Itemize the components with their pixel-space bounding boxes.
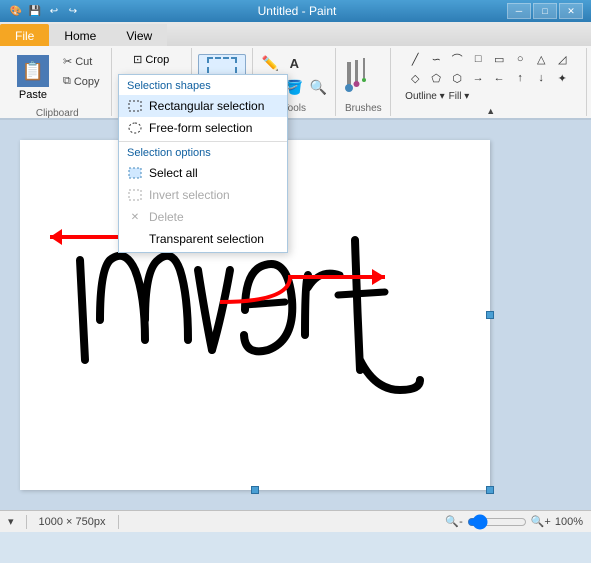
rectangular-selection-label: Rectangular selection — [149, 99, 264, 113]
status-text: ▾ — [8, 515, 14, 528]
window-controls: ─ □ ✕ — [507, 3, 583, 19]
shape-star4[interactable]: ✦ — [552, 69, 572, 87]
rectangular-selection-item[interactable]: Rectangular selection — [119, 95, 287, 117]
status-divider-1 — [26, 515, 27, 529]
delete-icon: ✕ — [127, 209, 143, 225]
text-tool[interactable]: A — [283, 53, 305, 75]
title-bar: 🎨 💾 ↩ ↪ Untitled - Paint ─ □ ✕ — [0, 0, 591, 22]
copy-button[interactable]: ⧉ Copy — [58, 72, 105, 91]
pencil-tool[interactable]: ✏️ — [259, 53, 281, 75]
clipboard-group: 📋 Paste ✂ Cut ⧉ Copy Clipboard — [4, 48, 112, 116]
shape-triangle[interactable]: △ — [531, 50, 551, 68]
separator-1 — [119, 141, 287, 142]
canvas-area — [0, 120, 591, 510]
canvas-resize-handle[interactable] — [486, 486, 494, 494]
shape-line[interactable]: ╱ — [405, 50, 425, 68]
status-divider-2 — [118, 515, 119, 529]
tab-file[interactable]: File — [0, 24, 49, 46]
invert-selection-label: Invert selection — [149, 188, 230, 202]
brushes-content — [342, 50, 384, 101]
shape-rect[interactable]: □ — [468, 50, 488, 68]
crop-button[interactable]: ⊡ Crop — [126, 50, 176, 69]
shape-arrow-right[interactable]: → — [468, 69, 488, 87]
paste-icon: 📋 — [17, 55, 49, 87]
save-icon[interactable]: 💾 — [27, 3, 43, 19]
window-title: Untitled - Paint — [87, 4, 507, 18]
clipboard-small-buttons: ✂ Cut ⧉ Copy — [58, 50, 105, 91]
canvas-resize-handle-right[interactable] — [486, 311, 494, 319]
zoom-section: 🔍- 🔍+ 100% — [445, 514, 583, 530]
minimize-button[interactable]: ─ — [507, 3, 531, 19]
shape-arrow-up[interactable]: ↑ — [510, 69, 530, 87]
dimensions-label: 1000 × 750px — [39, 516, 106, 528]
shape-hexagon[interactable]: ⬡ — [447, 69, 467, 87]
redo-icon[interactable]: ↪ — [65, 3, 81, 19]
brushes-button[interactable] — [342, 55, 384, 97]
fill-button[interactable]: Fill ▾ — [449, 91, 470, 102]
shapes-grid: ╱ ∽ ⌒ □ ▭ ○ △ ◿ ◇ ⬠ ⬡ → ← ↑ ↓ — [405, 50, 572, 87]
zoom-tool[interactable]: 🔍 — [307, 77, 329, 99]
brushes-label: Brushes — [345, 101, 382, 114]
undo-icon[interactable]: ↩ — [46, 3, 62, 19]
invert-selection-icon — [127, 187, 143, 203]
dropdown-menu: Selection shapes Rectangular selection F… — [118, 74, 288, 253]
zoom-in-icon[interactable]: 🔍+ — [531, 515, 551, 528]
selection-options-label: Selection options — [119, 144, 287, 162]
copy-label: Copy — [74, 76, 100, 88]
transparent-selection-label: Transparent selection — [149, 232, 264, 246]
tab-home[interactable]: Home — [49, 24, 111, 46]
shape-freeform[interactable]: ⌒ — [447, 50, 467, 68]
maximize-button[interactable]: □ — [533, 3, 557, 19]
shape-rounded-rect[interactable]: ▭ — [489, 50, 509, 68]
outline-button[interactable]: Outline ▾ — [405, 91, 444, 102]
delete-item[interactable]: ✕ Delete — [119, 206, 287, 228]
selection-shapes-label: Selection shapes — [119, 77, 287, 95]
status-left: ▾ — [8, 515, 14, 528]
shape-arrow-down[interactable]: ↓ — [531, 69, 551, 87]
cut-label: Cut — [75, 56, 92, 68]
crop-icon: ⊡ — [133, 53, 142, 66]
app-icon: 🎨 — [8, 3, 24, 19]
shape-curve[interactable]: ∽ — [426, 50, 446, 68]
cut-icon: ✂ — [63, 55, 72, 68]
status-bar: ▾ 1000 × 750px 🔍- 🔍+ 100% — [0, 510, 591, 532]
freeform-selection-item[interactable]: Free-form selection — [119, 117, 287, 139]
quick-access: 🎨 💾 ↩ ↪ — [8, 3, 81, 19]
transparent-selection-icon — [127, 231, 143, 247]
shapes-extras: Outline ▾ Fill ▾ — [405, 91, 572, 102]
shapes-scroll-up[interactable]: ▲ — [484, 104, 497, 118]
crop-label: Crop — [145, 54, 169, 66]
status-dimensions: 1000 × 750px — [39, 516, 106, 528]
shape-pentagon[interactable]: ⬠ — [426, 69, 446, 87]
ribbon-tabs: File Home View — [0, 22, 591, 46]
copy-icon: ⧉ — [63, 75, 71, 88]
shapes-group: ╱ ∽ ⌒ □ ▭ ○ △ ◿ ◇ ⬠ ⬡ → ← ↑ ↓ — [391, 48, 587, 116]
paste-label: Paste — [19, 89, 47, 101]
select-all-label: Select all — [149, 166, 198, 180]
shape-ellipse[interactable]: ○ — [510, 50, 530, 68]
shape-diamond[interactable]: ◇ — [405, 69, 425, 87]
zoom-level: 100% — [555, 516, 583, 528]
tab-view[interactable]: View — [111, 24, 167, 46]
clipboard-label: Clipboard — [36, 106, 79, 119]
ribbon-toolbar: 📋 Paste ✂ Cut ⧉ Copy Clipboard — [0, 46, 591, 120]
select-all-icon — [127, 165, 143, 181]
freeform-selection-label: Free-form selection — [149, 121, 252, 135]
freeform-selection-icon — [127, 120, 143, 136]
close-button[interactable]: ✕ — [559, 3, 583, 19]
paste-button[interactable]: 📋 Paste — [10, 50, 56, 106]
shape-right-triangle[interactable]: ◿ — [552, 50, 572, 68]
brushes-group: Brushes — [336, 48, 391, 116]
canvas-resize-handle-bottom[interactable] — [251, 486, 259, 494]
cut-button[interactable]: ✂ Cut — [58, 52, 105, 71]
zoom-out-icon[interactable]: 🔍- — [445, 515, 462, 528]
rectangular-selection-icon — [127, 98, 143, 114]
clipboard-content: 📋 Paste ✂ Cut ⧉ Copy — [10, 50, 105, 106]
zoom-slider[interactable] — [467, 514, 527, 530]
transparent-selection-item[interactable]: Transparent selection — [119, 228, 287, 250]
select-all-item[interactable]: Select all — [119, 162, 287, 184]
shape-arrow-left[interactable]: ← — [489, 69, 509, 87]
delete-label: Delete — [149, 210, 184, 224]
invert-selection-item[interactable]: Invert selection — [119, 184, 287, 206]
